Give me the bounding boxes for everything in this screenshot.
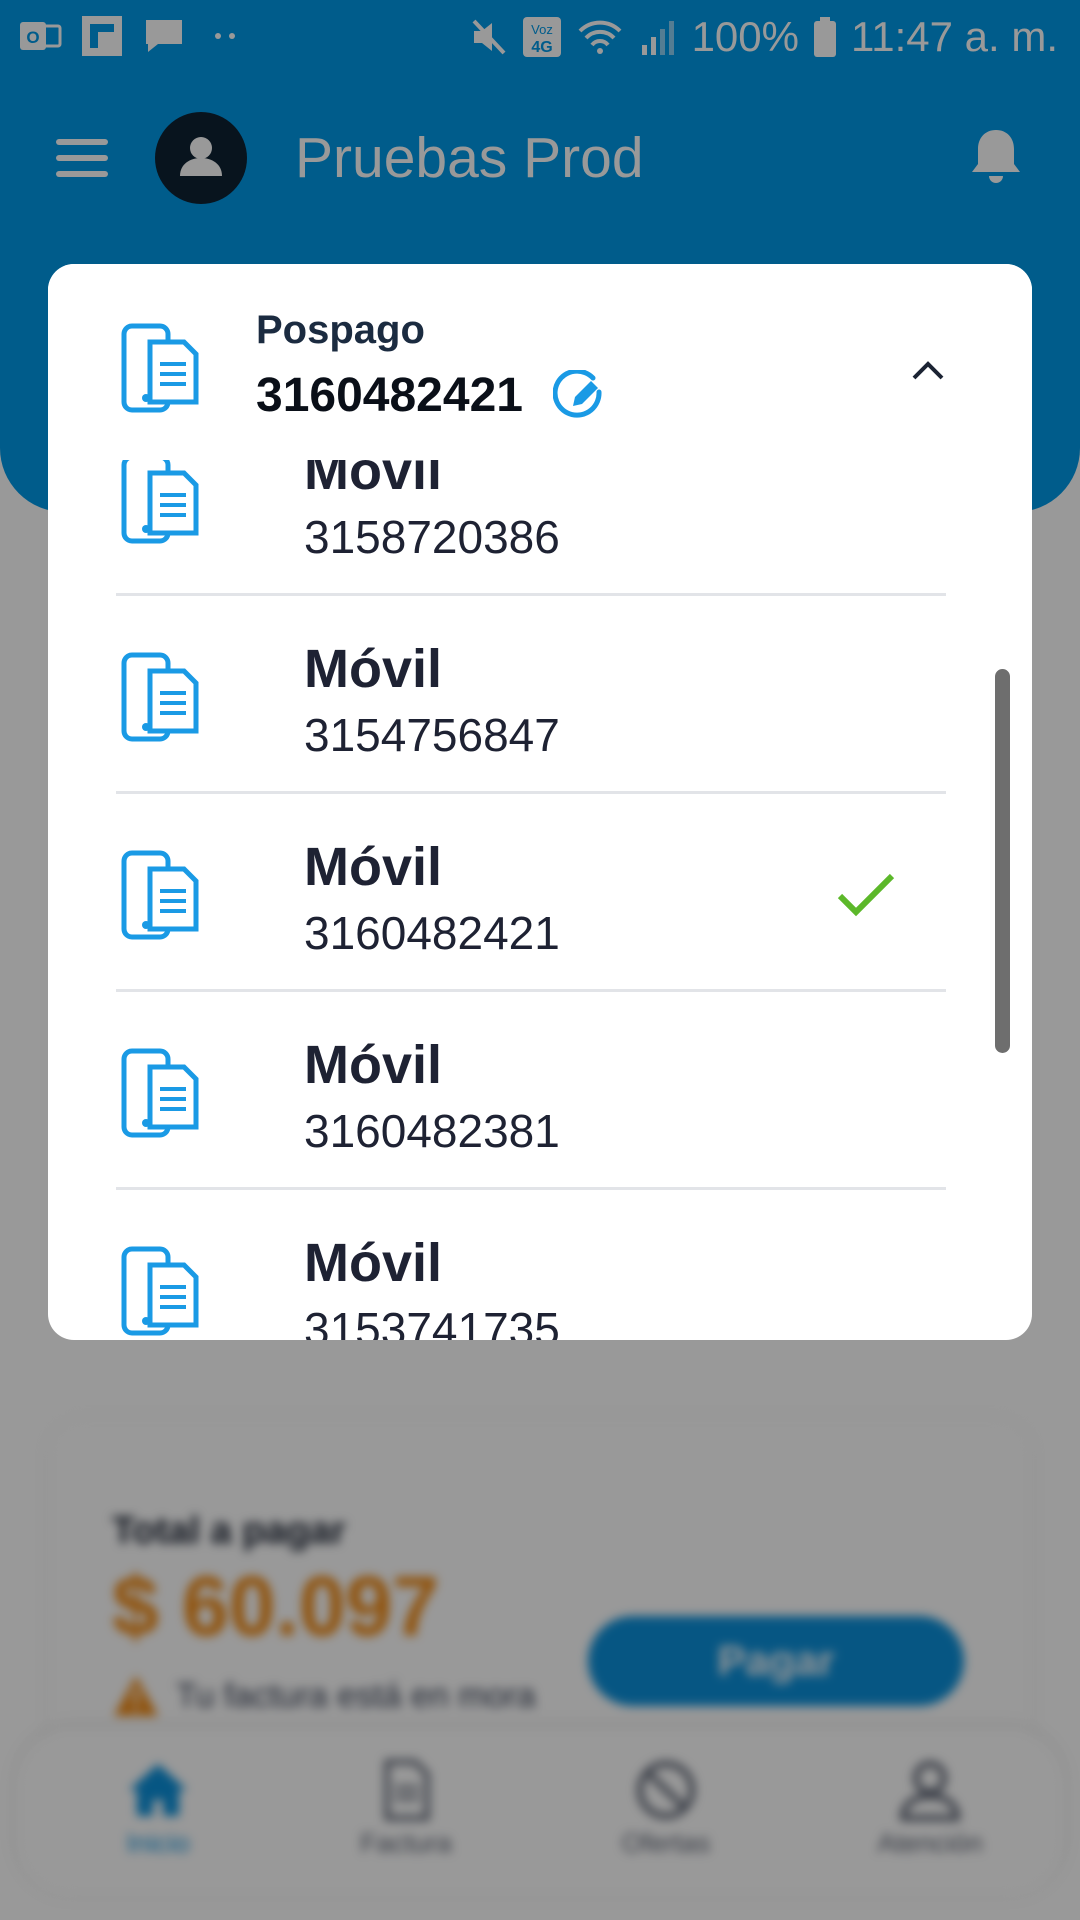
phone-document-icon — [121, 460, 199, 544]
phone-document-icon — [121, 1246, 199, 1336]
nav-label: Factura — [360, 1828, 452, 1858]
phone-document-icon — [121, 850, 199, 940]
phone-document-icon — [121, 652, 199, 742]
line-type: Móvil — [304, 460, 443, 501]
volte-icon: Voz 4G — [522, 17, 561, 57]
svg-text:4G: 4G — [531, 39, 552, 56]
signal-icon — [641, 21, 674, 55]
user-avatar-icon[interactable] — [155, 112, 247, 204]
bottom-navigation: Inicio Factura Ofertas Atención — [16, 1728, 1064, 1896]
flipboard-icon — [82, 16, 122, 56]
more-dots-icon — [215, 33, 235, 39]
pay-button[interactable]: Pagar — [588, 1616, 964, 1706]
edit-pencil-icon[interactable] — [552, 369, 605, 422]
nav-label: Inicio — [126, 1828, 190, 1858]
support-person-icon — [899, 1761, 961, 1821]
nav-label: Ofertas — [621, 1828, 711, 1858]
battery-icon — [813, 17, 836, 57]
chevron-up-icon[interactable] — [908, 354, 948, 384]
phone-document-icon — [121, 1048, 199, 1138]
battery-percent: 100% — [691, 13, 799, 60]
line-type: Móvil — [304, 1233, 443, 1293]
line-number: 3158720386 — [304, 511, 560, 563]
line-option[interactable]: Móvil 3160482381 — [48, 992, 1032, 1190]
clock: 11:47 a. m. — [850, 13, 1058, 60]
nav-item-factura[interactable]: Factura — [316, 1758, 496, 1878]
svg-text:Voz: Voz — [531, 22, 553, 37]
line-type: Móvil — [304, 639, 443, 699]
warning-text: Tu factura está en mora — [176, 1676, 536, 1715]
line-number: 3160482381 — [304, 1105, 560, 1157]
selected-line-type: Pospago — [256, 308, 425, 352]
line-number: 3154756847 — [304, 709, 560, 761]
selected-line-header[interactable]: Pospago 3160482421 — [48, 264, 1032, 460]
invoice-icon — [384, 1759, 430, 1821]
list-scrollbar[interactable] — [995, 669, 1010, 1053]
outlook-icon: O — [20, 22, 62, 50]
line-type: Móvil — [304, 837, 443, 897]
app-bar: Pruebas Prod — [0, 100, 1080, 216]
line-option[interactable]: Móvil 3153741735 — [48, 1190, 1032, 1340]
mute-icon — [472, 19, 506, 55]
wifi-icon — [578, 20, 621, 54]
line-number: 3153741735 — [304, 1303, 560, 1340]
offers-icon — [637, 1761, 695, 1819]
checkmark-icon — [837, 873, 895, 917]
home-icon — [129, 1764, 187, 1816]
selected-line-number: 3160482421 — [256, 369, 523, 422]
line-option[interactable]: Móvil 3154756847 — [48, 596, 1032, 794]
overdue-warning: Tu factura está en mora — [112, 1674, 536, 1718]
line-list-content: Móvil 3158720386 Móvil 3154756847 Móvil 31604… — [48, 460, 1032, 1340]
bell-icon[interactable] — [968, 126, 1024, 188]
nav-item-inicio[interactable]: Inicio — [68, 1758, 248, 1878]
warning-icon — [114, 1676, 158, 1716]
line-list[interactable]: Móvil 3158720386 Móvil 3154756847 Móvil 31604… — [48, 460, 1032, 1340]
nav-item-atencion[interactable]: Atención — [840, 1758, 1020, 1878]
line-option[interactable]: Móvil 3158720386 — [48, 460, 1032, 596]
selected-line-number-row: 3160482421 — [256, 368, 605, 423]
hamburger-menu-icon[interactable] — [52, 135, 112, 181]
svg-text:O: O — [26, 28, 39, 47]
page-title: Pruebas Prod — [295, 126, 644, 190]
line-selector-dropdown: Pospago 3160482421 Móvil 3158720386 Móvil 3… — [48, 264, 1032, 1340]
chat-icon — [146, 20, 182, 52]
phone-document-icon — [121, 323, 199, 413]
total-amount: $ 60.097 — [112, 1559, 439, 1653]
nav-item-ofertas[interactable]: Ofertas — [576, 1758, 756, 1878]
total-label: Total a pagar — [112, 1510, 346, 1552]
line-number: 3160482421 — [304, 907, 560, 959]
line-type: Móvil — [304, 1035, 443, 1095]
nav-label: Atención — [877, 1828, 983, 1858]
line-option[interactable]: Móvil 3160482421 — [48, 794, 1032, 992]
status-bar: O Voz 4G 100% 11:47 a. m. — [0, 0, 1080, 76]
